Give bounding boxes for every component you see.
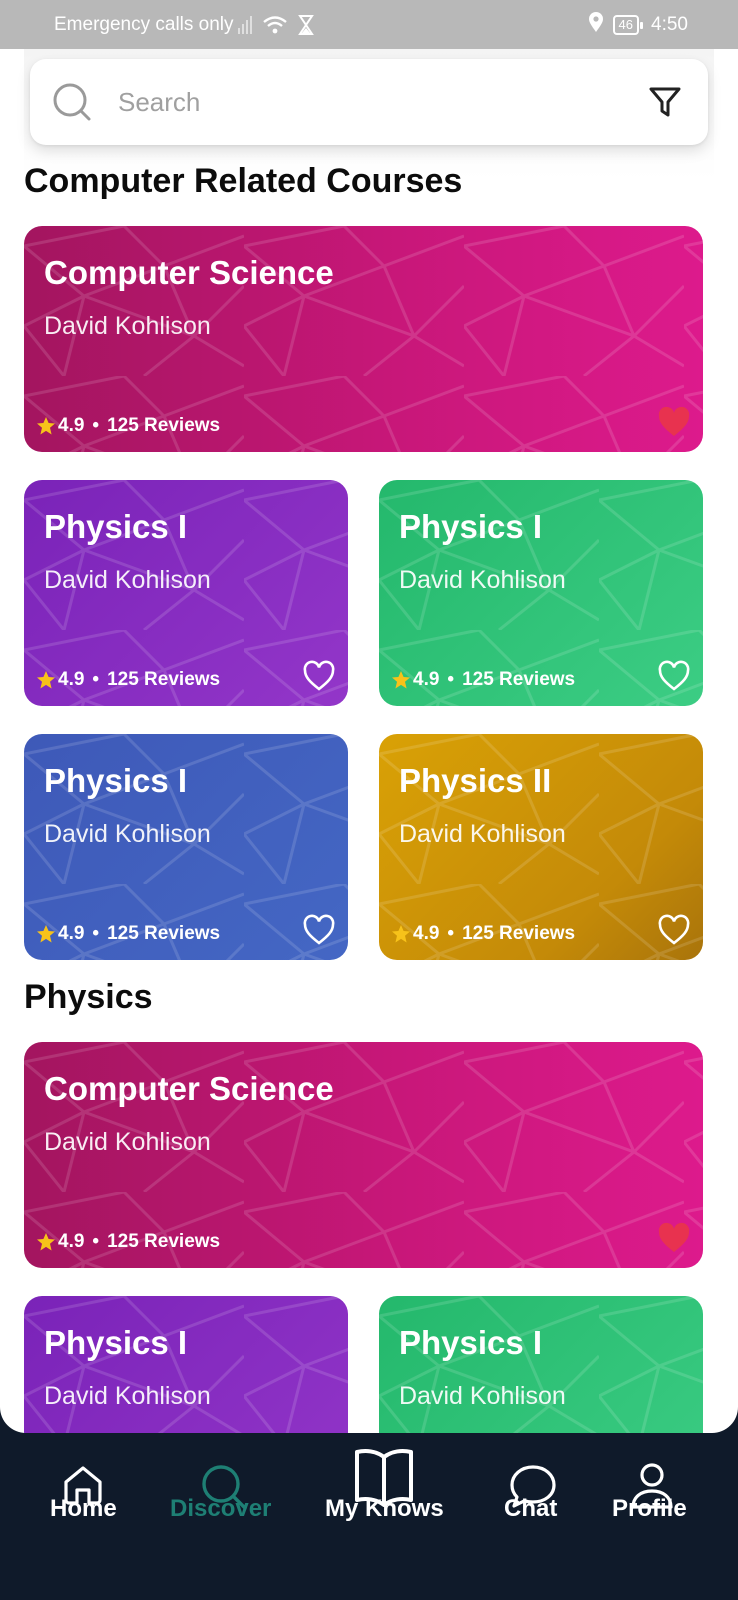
star-icon bbox=[37, 925, 55, 943]
course-card[interactable]: Physics I David Kohlison bbox=[24, 1296, 348, 1433]
search-header: Search bbox=[24, 49, 714, 179]
course-rating: 4.9 • 125 Reviews bbox=[36, 415, 220, 437]
course-author: David Kohlison bbox=[44, 1382, 211, 1410]
course-author: David Kohlison bbox=[44, 312, 211, 340]
course-card[interactable]: Physics I David Kohlison 4.9 • 125 Revie… bbox=[24, 480, 348, 706]
nav-label: Profile bbox=[612, 1495, 687, 1522]
nav-discover[interactable]: Discover bbox=[170, 1433, 276, 1600]
course-author: David Kohlison bbox=[399, 1382, 566, 1410]
star-icon bbox=[37, 1233, 55, 1251]
course-author: David Kohlison bbox=[399, 820, 566, 848]
course-author: David Kohlison bbox=[44, 820, 211, 848]
course-card[interactable]: Computer Science David Kohlison 4.9 • 12… bbox=[24, 1042, 703, 1268]
location-icon bbox=[587, 11, 605, 39]
course-card[interactable]: Physics I David Kohlison 4.9 • 125 Revie… bbox=[24, 734, 348, 960]
heart-outline-icon[interactable] bbox=[302, 914, 336, 946]
discover-screen: Search Computer Related Courses Computer… bbox=[0, 49, 738, 1433]
course-rating: 4.9 • 125 Reviews bbox=[36, 1231, 220, 1253]
section-title: Physics bbox=[24, 978, 153, 1016]
heart-outline-icon[interactable] bbox=[657, 914, 691, 946]
course-card[interactable]: Physics II David Kohlison 4.9 • 125 Revi… bbox=[379, 734, 703, 960]
course-title: Physics I bbox=[44, 762, 188, 799]
hourglass-icon bbox=[297, 14, 314, 35]
rating-value: 4.9 bbox=[58, 415, 85, 436]
nav-label: Home bbox=[50, 1495, 117, 1522]
course-author: David Kohlison bbox=[44, 566, 211, 594]
nav-home[interactable]: Home bbox=[48, 1433, 118, 1600]
filter-icon[interactable] bbox=[648, 85, 682, 119]
rating-value: 4.9 bbox=[58, 1231, 85, 1252]
card-pattern bbox=[379, 1296, 703, 1433]
course-title: Computer Science bbox=[44, 1070, 334, 1107]
battery-icon: 46 bbox=[612, 14, 644, 35]
rating-value: 4.9 bbox=[413, 923, 440, 944]
heart-filled-icon[interactable] bbox=[657, 406, 691, 438]
nav-chat[interactable]: Chat bbox=[502, 1433, 564, 1600]
star-icon bbox=[37, 417, 55, 435]
course-author: David Kohlison bbox=[399, 566, 566, 594]
review-count: 125 Reviews bbox=[107, 923, 221, 944]
heart-outline-icon[interactable] bbox=[302, 660, 336, 692]
course-card[interactable]: Physics I David Kohlison 4.9 • 125 Revie… bbox=[379, 480, 703, 706]
nav-label: My Knows bbox=[325, 1495, 444, 1522]
review-count: 125 Reviews bbox=[107, 669, 221, 690]
nav-label: Discover bbox=[170, 1495, 272, 1522]
course-rating: 4.9 • 125 Reviews bbox=[391, 923, 575, 945]
heart-outline-icon[interactable] bbox=[657, 660, 691, 692]
nav-my-knows[interactable]: My Knows bbox=[325, 1433, 447, 1600]
review-count: 125 Reviews bbox=[462, 923, 576, 944]
search-input[interactable]: Search bbox=[118, 87, 648, 118]
signal-icon bbox=[237, 15, 252, 34]
course-title: Physics II bbox=[399, 762, 552, 799]
nav-label: Chat bbox=[504, 1495, 558, 1522]
search-icon bbox=[53, 83, 91, 121]
course-rating: 4.9 • 125 Reviews bbox=[36, 669, 220, 691]
card-pattern bbox=[24, 1296, 348, 1433]
course-title: Physics I bbox=[399, 508, 543, 545]
course-title: Physics I bbox=[399, 1324, 543, 1361]
review-count: 125 Reviews bbox=[107, 415, 221, 436]
carrier-text: Emergency calls only bbox=[54, 13, 234, 35]
wifi-icon bbox=[262, 15, 288, 35]
course-title: Physics I bbox=[44, 1324, 188, 1361]
course-card[interactable]: Physics I David Kohlison bbox=[379, 1296, 703, 1433]
status-bar: Emergency calls only 46 4:50 bbox=[0, 0, 738, 49]
rating-value: 4.9 bbox=[413, 669, 440, 690]
clock: 4:50 bbox=[651, 13, 688, 35]
rating-value: 4.9 bbox=[58, 923, 85, 944]
course-rating: 4.9 • 125 Reviews bbox=[391, 669, 575, 691]
course-card[interactable]: Computer Science David Kohlison 4.9 • 12… bbox=[24, 226, 703, 452]
course-rating: 4.9 • 125 Reviews bbox=[36, 923, 220, 945]
rating-value: 4.9 bbox=[58, 669, 85, 690]
nav-profile[interactable]: Profile bbox=[612, 1433, 692, 1600]
course-author: David Kohlison bbox=[44, 1128, 211, 1156]
section-title: Computer Related Courses bbox=[24, 162, 463, 200]
review-count: 125 Reviews bbox=[462, 669, 576, 690]
star-icon bbox=[392, 925, 410, 943]
course-title: Computer Science bbox=[44, 254, 334, 291]
star-icon bbox=[392, 671, 410, 689]
heart-filled-icon[interactable] bbox=[657, 1222, 691, 1254]
bottom-navigation: Home Discover My Knows Chat Profile bbox=[0, 1433, 738, 1600]
review-count: 125 Reviews bbox=[107, 1231, 221, 1252]
star-icon bbox=[37, 671, 55, 689]
course-title: Physics I bbox=[44, 508, 188, 545]
search-bar[interactable]: Search bbox=[30, 59, 708, 145]
